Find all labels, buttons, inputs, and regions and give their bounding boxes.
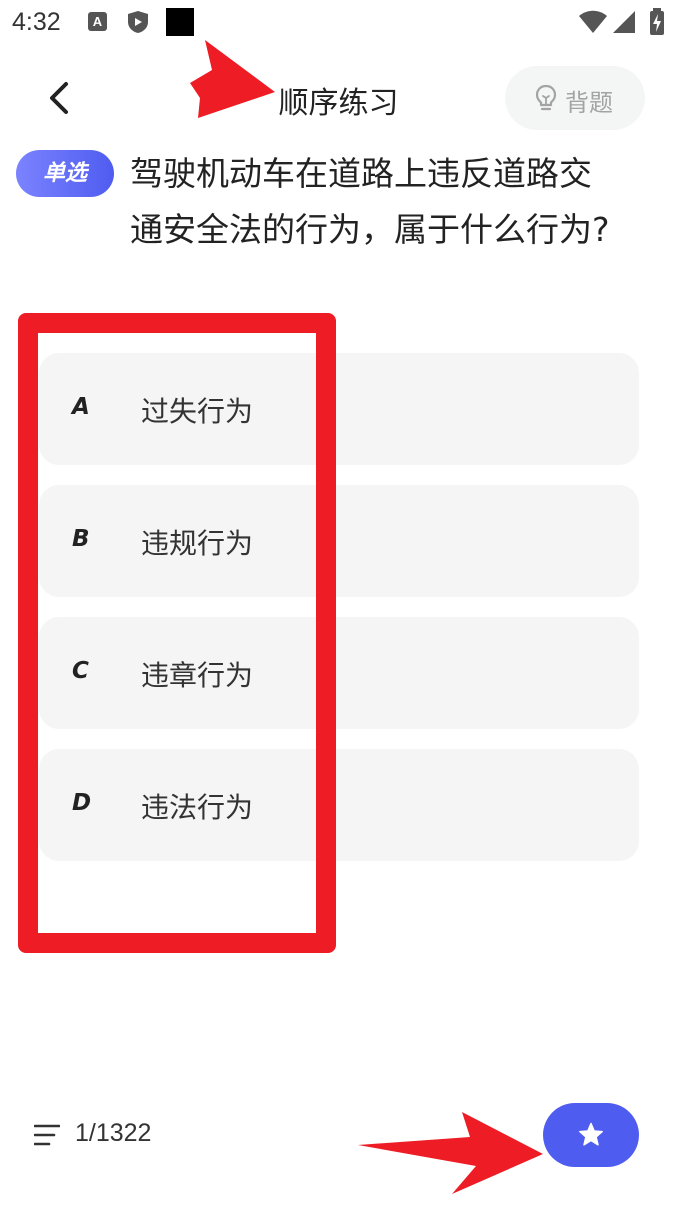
option-letter: B (72, 526, 90, 552)
option-letter: C (72, 658, 89, 684)
option-d[interactable]: D 违法行为 (39, 749, 639, 861)
battery-charging-icon (649, 8, 665, 40)
star-icon (579, 1122, 603, 1146)
option-text: 违章行为 (141, 659, 254, 692)
option-text: 过失行为 (141, 395, 254, 428)
options-list: A 过失行为 B 违规行为 C 违章行为 D 违法行为 (39, 353, 639, 881)
recite-label: 背题 (565, 89, 613, 117)
a-icon: A (88, 12, 107, 31)
option-text: 违规行为 (141, 527, 254, 560)
black-square-icon (166, 8, 194, 36)
option-b[interactable]: B 违规行为 (39, 485, 639, 597)
list-icon[interactable] (33, 1123, 61, 1151)
option-text: 违法行为 (141, 791, 254, 824)
recite-mode-button[interactable]: 背题 (505, 66, 645, 130)
bottom-bar: 1/1322 (0, 1090, 677, 1180)
question-text: 驾驶机动车在道路上违反道路交通安全法的行为，属于什么行为? (130, 154, 610, 249)
shield-icon (127, 10, 149, 38)
status-time: 4:32 (12, 8, 61, 36)
wifi-icon (578, 10, 608, 38)
status-bar: 4:32 A (0, 0, 677, 46)
signal-icon (612, 10, 636, 38)
option-letter: D (72, 790, 92, 816)
header: 顺序练习 背题 (0, 60, 677, 136)
question-type-badge: 单选 (16, 150, 114, 197)
lightbulb-icon (535, 84, 557, 116)
question-progress: 1/1322 (75, 1119, 152, 1147)
option-c[interactable]: C 违章行为 (39, 617, 639, 729)
favorite-button[interactable] (543, 1103, 639, 1167)
option-a[interactable]: A 过失行为 (39, 353, 639, 465)
option-letter: A (72, 394, 90, 420)
